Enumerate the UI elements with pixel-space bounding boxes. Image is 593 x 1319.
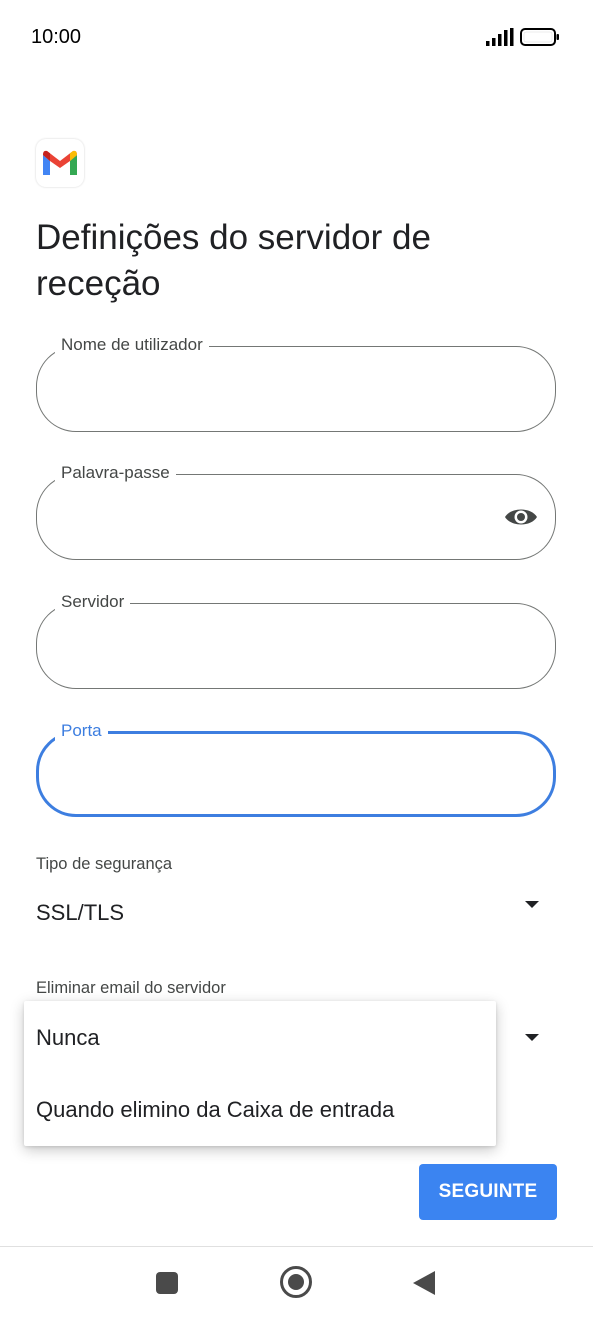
- caret-down-icon[interactable]: [525, 1034, 539, 1041]
- username-field[interactable]: Nome de utilizador: [36, 334, 556, 432]
- gmail-logo-icon: [43, 150, 77, 175]
- password-field[interactable]: Palavra-passe: [36, 462, 556, 560]
- nav-home-icon[interactable]: [280, 1266, 312, 1298]
- password-label: Palavra-passe: [55, 462, 176, 484]
- eye-icon[interactable]: [503, 502, 539, 532]
- menu-item-when-delete-inbox[interactable]: Quando elimino da Caixa de entrada: [36, 1097, 394, 1123]
- username-label: Nome de utilizador: [55, 334, 209, 356]
- caret-down-icon[interactable]: [525, 901, 539, 908]
- page-title: Definições do servidor de receção: [36, 218, 431, 303]
- gmail-logo: [36, 139, 84, 187]
- menu-item-never[interactable]: Nunca: [36, 1025, 100, 1051]
- navigation-bar: [0, 1246, 593, 1319]
- password-input[interactable]: [61, 497, 485, 539]
- nav-back-icon[interactable]: [413, 1271, 435, 1295]
- nav-recents-icon[interactable]: [156, 1272, 178, 1294]
- server-label: Servidor: [55, 591, 131, 613]
- delete-email-label: Eliminar email do servidor: [36, 979, 226, 997]
- delete-email-dropdown: Nunca Quando elimino da Caixa de entrada: [24, 1001, 496, 1146]
- next-button[interactable]: SEGUINTE: [419, 1164, 557, 1220]
- port-field[interactable]: Porta: [36, 720, 556, 817]
- security-type-label: Tipo de segurança: [36, 855, 173, 873]
- security-type-value[interactable]: SSL/TLS: [36, 900, 124, 926]
- port-label: Porta: [55, 720, 108, 742]
- status-time: 10:00: [31, 26, 82, 48]
- server-field[interactable]: Servidor: [36, 591, 556, 689]
- battery-icon: [520, 28, 559, 46]
- username-input[interactable]: [61, 369, 485, 411]
- signal-icon: [486, 28, 514, 46]
- port-input[interactable]: [63, 756, 483, 798]
- status-bar: 10:00: [0, 0, 593, 76]
- server-input[interactable]: [61, 626, 485, 668]
